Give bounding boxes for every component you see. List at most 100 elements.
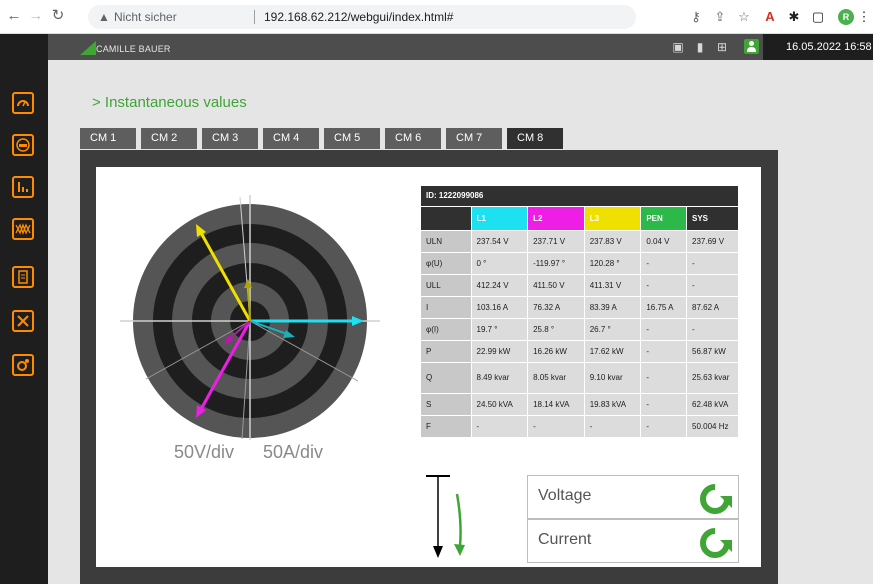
table-row: S 24.50 kVA 18.14 kVA 19.83 kVA - 62.48 … <box>421 393 739 416</box>
key-icon[interactable]: ⚷ <box>688 9 704 25</box>
profile-avatar[interactable]: R <box>838 9 854 25</box>
tab-cm4[interactable]: CM 4 <box>263 128 319 149</box>
tab-cm7[interactable]: CM 7 <box>446 128 502 149</box>
tab-cm2[interactable]: CM 2 <box>141 128 197 149</box>
header-cell-empty <box>421 206 472 231</box>
bar-chart-icon[interactable] <box>12 176 34 198</box>
settings-gear-icon[interactable] <box>12 354 34 376</box>
row-label-q: Q <box>421 362 472 394</box>
table-cell: 56.87 kW <box>686 340 739 363</box>
table-cell: 19.83 kVA <box>584 393 642 416</box>
header-cell-l1: L1 <box>471 206 529 231</box>
current-refresh-icon[interactable] <box>698 526 732 560</box>
tab-cm8[interactable]: CM 8 <box>507 128 563 149</box>
tab-cm5[interactable]: CM 5 <box>324 128 380 149</box>
table-row: I 103.16 A 76.32 A 83.39 A 16.75 A 87.62… <box>421 296 739 319</box>
table-cell: - <box>640 393 687 416</box>
monitor-icon[interactable]: ▣ <box>670 39 686 55</box>
table-id-row: ID: 1222099086 <box>421 186 739 207</box>
star-icon[interactable]: ☆ <box>736 9 752 25</box>
table-cell: - <box>527 415 585 438</box>
table-cell: - <box>471 415 529 438</box>
direction-arrows-icon <box>426 475 465 558</box>
waveform-icon[interactable] <box>12 218 34 240</box>
header-cell-l2: L2 <box>527 206 585 231</box>
tab-cm1[interactable]: CM 1 <box>80 128 136 149</box>
table-cell: 16.75 A <box>640 296 687 319</box>
reload-icon[interactable]: ↻ <box>50 8 66 24</box>
voltage-refresh-icon[interactable] <box>698 482 732 516</box>
table-cell: 0.04 V <box>640 230 687 253</box>
table-cell: - <box>584 415 642 438</box>
table-cell: 8.49 kvar <box>471 362 529 394</box>
table-cell: 18.14 kVA <box>527 393 585 416</box>
address-separator <box>254 10 255 24</box>
network-icon[interactable]: ⊞ <box>714 39 730 55</box>
meter-icon[interactable] <box>12 134 34 156</box>
sidepanel-icon[interactable]: ▢ <box>810 9 826 25</box>
table-cell: 83.39 A <box>584 296 642 319</box>
table-cell: 25.63 kvar <box>686 362 739 394</box>
table-cell: - <box>640 362 687 394</box>
tools-icon[interactable] <box>12 310 34 332</box>
user-icon[interactable] <box>744 39 759 54</box>
table-cell: 411.31 V <box>584 274 642 297</box>
share-icon[interactable]: ⇪ <box>712 9 728 25</box>
date-time: 16.05.2022 16:58 <box>786 41 872 53</box>
voltage-scale-label: 50V/div <box>174 442 235 462</box>
current-scale-label: 50A/div <box>263 442 324 462</box>
table-header-row: L1 L2 L3 PEN SYS <box>421 206 739 231</box>
table-cell: - <box>686 274 739 297</box>
device-icon[interactable]: ▮ <box>692 39 708 55</box>
brand-name: CAMILLE BAUER <box>96 44 171 54</box>
row-label-phi-i: φ(I) <box>421 318 472 341</box>
table-cell: - <box>640 252 687 275</box>
document-icon[interactable] <box>12 266 34 288</box>
forward-arrow-icon[interactable]: → <box>28 8 44 24</box>
row-label-p: P <box>421 340 472 363</box>
table-cell: -119.97 ° <box>527 252 585 275</box>
header-cell-l3: L3 <box>584 206 642 231</box>
table-cell: 24.50 kVA <box>471 393 529 416</box>
table-cell: 62.48 kVA <box>686 393 739 416</box>
table-row: ULL 412.24 V 411.50 V 411.31 V - - <box>421 274 739 297</box>
table-cell: 412.24 V <box>471 274 529 297</box>
browser-toolbar: ← → ↻ ▲ Nicht sicher 192.168.62.212/webg… <box>0 0 873 34</box>
table-cell: 19.7 ° <box>471 318 529 341</box>
current-toggle[interactable]: Current <box>527 519 739 563</box>
table-cell: 0 ° <box>471 252 529 275</box>
table-cell: 17.62 kW <box>584 340 642 363</box>
header-cell-pen: PEN <box>640 206 687 231</box>
table-cell: 9.10 kvar <box>584 362 642 394</box>
table-cell: 120.28 ° <box>584 252 642 275</box>
table-row: φ(I) 19.7 ° 25.8 ° 26.7 ° - - <box>421 318 739 341</box>
table-cell: 25.8 ° <box>527 318 585 341</box>
table-cell: - <box>640 318 687 341</box>
tab-cm3[interactable]: CM 3 <box>202 128 258 149</box>
pdf-extension-icon[interactable]: A <box>762 9 778 25</box>
back-arrow-icon[interactable]: ← <box>6 8 22 24</box>
table-cell: 16.26 kW <box>527 340 585 363</box>
row-label-uln: ULN <box>421 230 472 253</box>
warning-icon: ▲ <box>98 10 110 24</box>
menu-dots-icon[interactable]: ⋮ <box>856 9 872 25</box>
table-cell: 87.62 A <box>686 296 739 319</box>
table-cell: 50.004 Hz <box>686 415 739 438</box>
voltage-toggle[interactable]: Voltage <box>527 475 739 519</box>
row-label-s: S <box>421 393 472 416</box>
extensions-icon[interactable]: ✱ <box>786 9 802 25</box>
header-cell-sys: SYS <box>686 206 739 231</box>
row-label-f: F <box>421 415 472 438</box>
gauge-icon[interactable] <box>12 92 34 114</box>
table-row: φ(U) 0 ° -119.97 ° 120.28 ° - - <box>421 252 739 275</box>
url-text: 192.168.62.212/webgui/index.html# <box>264 10 454 24</box>
row-label-i: I <box>421 296 472 319</box>
voltage-label: Voltage <box>538 487 592 504</box>
table-row: ULN 237.54 V 237.71 V 237.83 V 0.04 V 23… <box>421 230 739 253</box>
logo-icon <box>80 41 96 55</box>
security-label: Nicht sicher <box>114 10 177 24</box>
table-cell: 22.99 kW <box>471 340 529 363</box>
table-cell: - <box>640 415 687 438</box>
address-bar[interactable]: ▲ Nicht sicher 192.168.62.212/webgui/ind… <box>88 5 636 29</box>
tab-cm6[interactable]: CM 6 <box>385 128 441 149</box>
